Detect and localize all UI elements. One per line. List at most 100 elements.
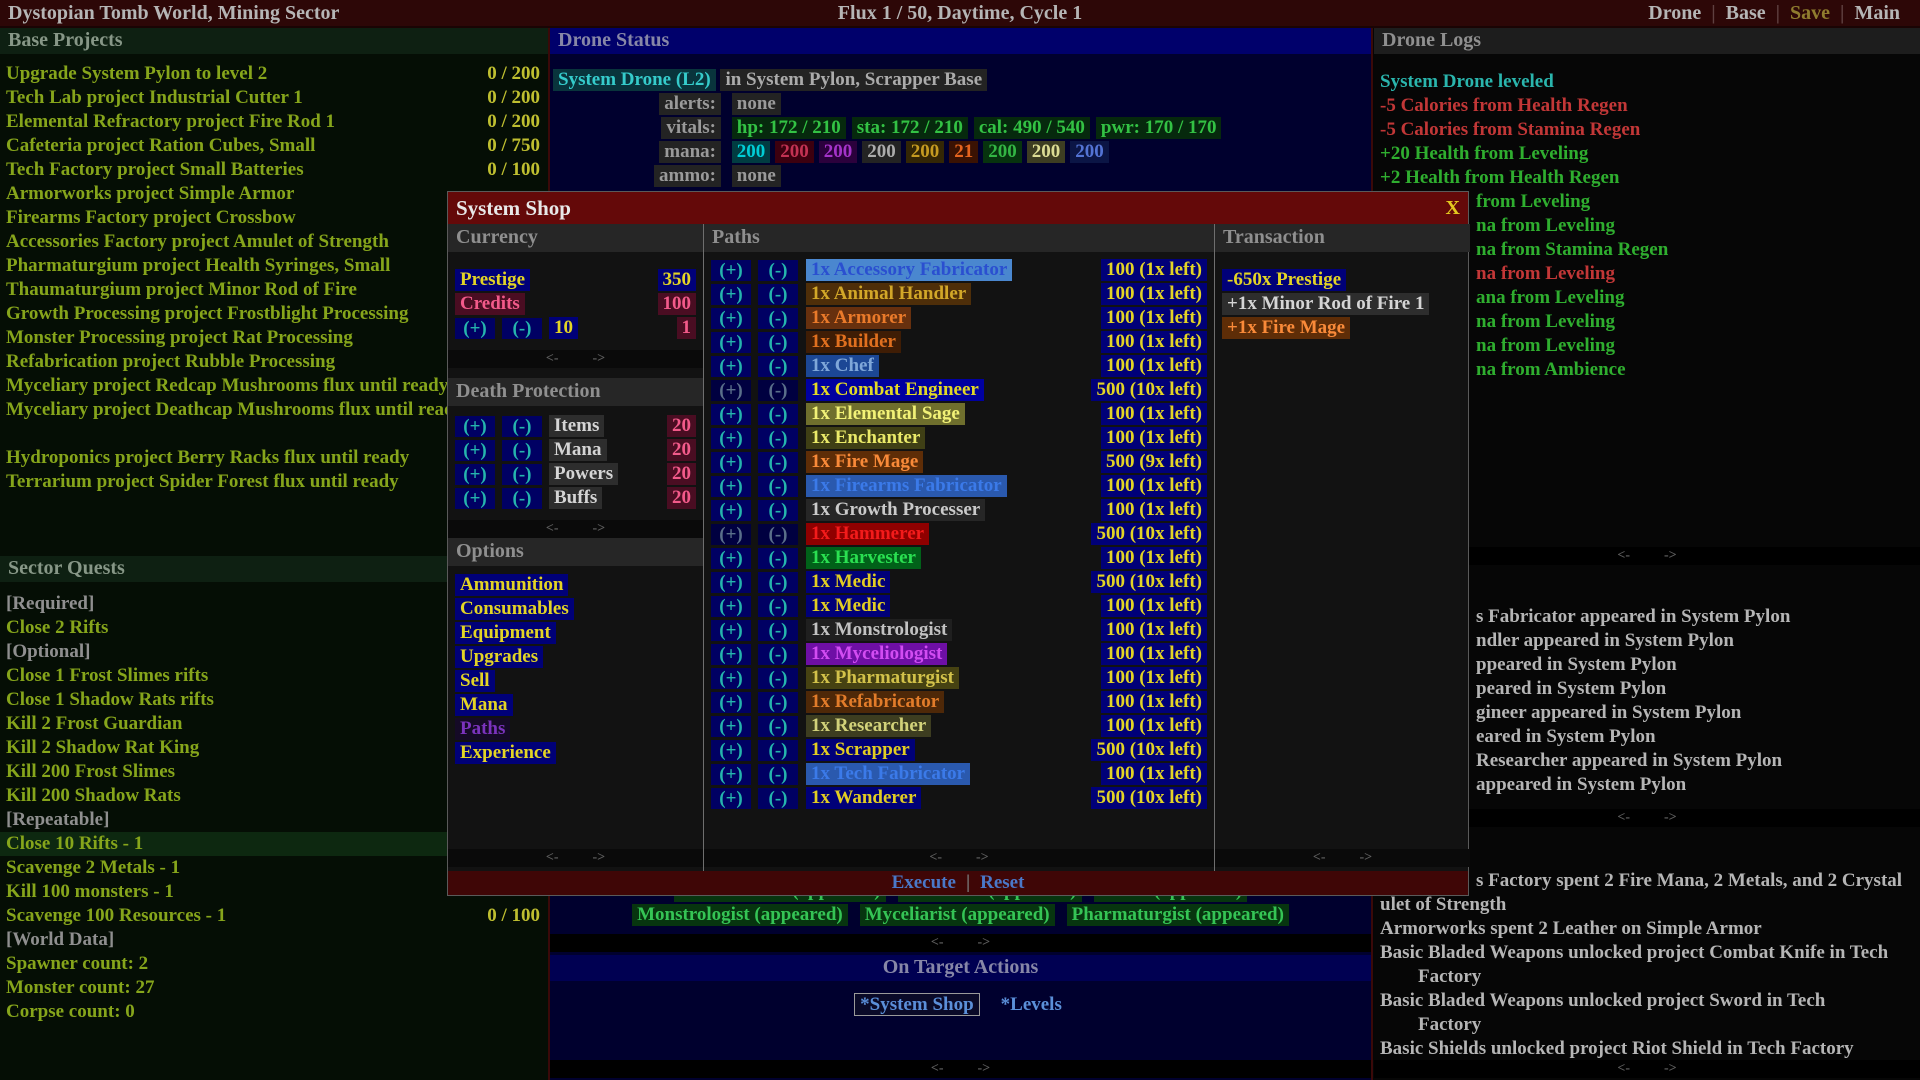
minus-button[interactable]: (-) [758,788,798,809]
plus-button[interactable]: (+) [711,716,751,737]
minus-button[interactable]: (-) [758,380,798,401]
minus-button[interactable]: (-) [502,488,542,509]
minus-button[interactable]: (-) [758,308,798,329]
plus-button[interactable]: (+) [711,764,751,785]
plus-button[interactable]: (+) [711,620,751,641]
minus-button[interactable]: (-) [758,524,798,545]
option-equipment[interactable]: Equipment [455,622,556,644]
plus-button[interactable]: (+) [711,284,751,305]
minus-button[interactable]: (-) [758,620,798,641]
minus-button[interactable]: (-) [758,596,798,617]
option-upgrades[interactable]: Upgrades [455,646,543,668]
center-scroll[interactable]: <--> [550,934,1371,952]
plus-button[interactable]: (+) [711,644,751,665]
option-sell[interactable]: Sell [455,670,495,692]
option-mana[interactable]: Mana [455,694,513,716]
quest-row[interactable]: [World Data] [0,928,548,952]
plus-button[interactable]: (+) [455,416,495,437]
top-menu-save[interactable]: Save [1780,2,1840,25]
plus-button[interactable]: (+) [711,404,751,425]
option-row: Consumables [448,597,703,621]
quest-row[interactable]: Corpse count: 0 [0,1000,548,1024]
plus-button[interactable]: (+) [455,440,495,461]
plus-button[interactable]: (+) [711,332,751,353]
dp-scroll[interactable]: <--> [448,520,703,538]
option-paths[interactable]: Paths [455,718,510,740]
plus-button[interactable]: (+) [711,380,751,401]
plus-button[interactable]: (+) [455,464,495,485]
plus-button[interactable]: (+) [711,668,751,689]
top-menu-drone[interactable]: Drone [1638,2,1711,25]
top-menu-base[interactable]: Base [1716,2,1776,25]
dp-value: 20 [667,415,696,437]
minus-button[interactable]: (-) [758,476,798,497]
option-ammunition[interactable]: Ammunition [455,574,568,596]
option-consumables[interactable]: Consumables [455,598,574,620]
plus-button[interactable]: (+) [711,476,751,497]
minus-button[interactable]: (-) [502,464,542,485]
plus-button[interactable]: (+) [711,500,751,521]
minus-button[interactable]: (-) [758,404,798,425]
project-row[interactable]: Tech Factory project Small Batteries0 / … [0,158,548,182]
minus-button[interactable]: (-) [758,740,798,761]
logs-bottom-scroll[interactable]: <--> [1374,1060,1920,1078]
project-label: Thaumaturgium project Minor Rod of Fire [6,279,357,300]
quest-row[interactable]: Scavenge 100 Resources - 10 / 100 [0,904,548,928]
plus-button[interactable]: (+) [711,524,751,545]
option-experience[interactable]: Experience [455,742,556,764]
project-row[interactable]: Upgrade System Pylon to level 20 / 200 [0,62,548,86]
currency-scroll[interactable]: <--> [448,350,703,368]
path-name: 1x Animal Handler [806,283,971,305]
top-menu-main[interactable]: Main [1844,2,1910,25]
minus-button[interactable]: (-) [758,452,798,473]
minus-button[interactable]: (-) [758,548,798,569]
minus-button[interactable]: (-) [502,416,542,437]
dp-label: Buffs [549,487,602,509]
minus-button[interactable]: (-) [758,644,798,665]
minus-button[interactable]: (-) [758,500,798,521]
minus-button[interactable]: (-) [758,692,798,713]
plus-button[interactable]: (+) [455,488,495,509]
plus-button[interactable]: (+) [711,740,751,761]
action--system-shop[interactable]: *System Shop [854,993,980,1016]
minus-button[interactable]: (-) [758,428,798,449]
plus-button[interactable]: (+) [711,692,751,713]
plus-button[interactable]: (+) [711,596,751,617]
plus-button[interactable]: (+) [711,452,751,473]
path-row: (+)(-)1x Armorer100 (1x left) [704,306,1214,330]
quest-row[interactable]: Monster count: 27 [0,976,548,1000]
minus-button[interactable]: (-) [758,764,798,785]
plus-button[interactable]: (+) [455,318,495,339]
reset-button[interactable]: Reset [970,872,1034,894]
paths-col-scroll[interactable]: <--> [704,849,1214,867]
minus-button[interactable]: (-) [758,284,798,305]
execute-button[interactable]: Execute [882,872,966,894]
drone-location: in System Pylon, Scrapper Base [720,69,987,91]
plus-button[interactable]: (+) [711,356,751,377]
currency-col-scroll[interactable]: <--> [448,849,703,867]
on-target-actions-header: On Target Actions [550,955,1371,981]
close-icon[interactable]: X [1446,197,1460,220]
transaction-col-scroll[interactable]: <--> [1215,849,1470,867]
plus-button[interactable]: (+) [711,308,751,329]
vital-value: sta: 172 / 210 [852,117,968,139]
project-row[interactable]: Tech Lab project Industrial Cutter 10 / … [0,86,548,110]
action--levels[interactable]: *Levels [996,994,1067,1015]
project-row[interactable]: Elemental Refractory project Fire Rod 10… [0,110,548,134]
minus-button[interactable]: (-) [758,572,798,593]
plus-button[interactable]: (+) [711,572,751,593]
quest-row[interactable]: Spawner count: 2 [0,952,548,976]
plus-button[interactable]: (+) [711,260,751,281]
project-row[interactable]: Cafeteria project Ration Cubes, Small0 /… [0,134,548,158]
center-bottom-scroll[interactable]: <--> [550,1060,1371,1078]
minus-button[interactable]: (-) [502,440,542,461]
plus-button[interactable]: (+) [711,788,751,809]
minus-button[interactable]: (-) [758,332,798,353]
plus-button[interactable]: (+) [711,428,751,449]
plus-button[interactable]: (+) [711,548,751,569]
minus-button[interactable]: (-) [758,668,798,689]
minus-button[interactable]: (-) [758,716,798,737]
minus-button[interactable]: (-) [758,356,798,377]
minus-button[interactable]: (-) [502,318,542,339]
minus-button[interactable]: (-) [758,260,798,281]
